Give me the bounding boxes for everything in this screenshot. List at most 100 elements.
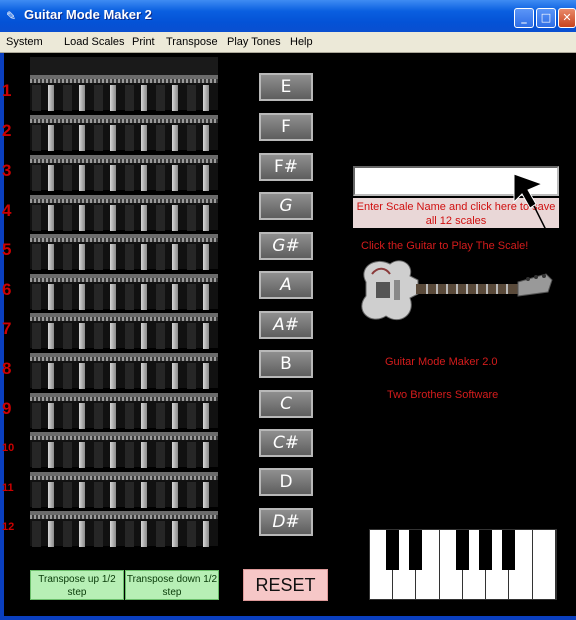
guitar-string[interactable]	[109, 521, 116, 547]
guitar-string[interactable]	[78, 403, 85, 429]
fret-cell[interactable]	[32, 244, 41, 270]
guitar-string[interactable]	[202, 442, 209, 468]
note-button-a[interactable]: A	[259, 271, 313, 299]
piano-black-key[interactable]	[479, 530, 492, 570]
fret-cell[interactable]	[187, 244, 196, 270]
guitar-string[interactable]	[171, 85, 178, 111]
fret-cell[interactable]	[156, 363, 165, 389]
fret-cell[interactable]	[187, 85, 196, 111]
fret-cell[interactable]	[94, 363, 103, 389]
fret-cell[interactable]	[32, 125, 41, 151]
note-button-c-sharp[interactable]: C#	[259, 429, 313, 457]
fret-cell[interactable]	[125, 442, 134, 468]
transpose-up-button[interactable]: Transpose up 1/2 step	[30, 570, 124, 600]
fret-row[interactable]	[30, 115, 218, 151]
note-button-g[interactable]: G	[259, 192, 313, 220]
fret-cell[interactable]	[156, 205, 165, 231]
fret-cell[interactable]	[63, 442, 72, 468]
fret-cell[interactable]	[63, 521, 72, 547]
guitar-string[interactable]	[202, 284, 209, 310]
fret-cell[interactable]	[63, 85, 72, 111]
fret-cell[interactable]	[156, 442, 165, 468]
fret-cell[interactable]	[125, 244, 134, 270]
fret-cell[interactable]	[32, 482, 41, 508]
fret-cell[interactable]	[32, 284, 41, 310]
guitar-string[interactable]	[47, 323, 54, 349]
piano-black-key[interactable]	[409, 530, 422, 570]
note-button-e[interactable]: E	[259, 73, 313, 101]
fret-cell[interactable]	[156, 284, 165, 310]
fret-cell[interactable]	[32, 205, 41, 231]
guitar-string[interactable]	[171, 323, 178, 349]
guitar-string[interactable]	[140, 165, 147, 191]
fret-cell[interactable]	[94, 323, 103, 349]
guitar-string[interactable]	[202, 165, 209, 191]
fret-cell[interactable]	[156, 85, 165, 111]
fret-cell[interactable]	[94, 482, 103, 508]
reset-button[interactable]: RESET	[243, 569, 328, 601]
piano-keyboard[interactable]	[369, 529, 557, 600]
fret-cell[interactable]	[63, 165, 72, 191]
fret-cell[interactable]	[125, 323, 134, 349]
guitar-string[interactable]	[78, 205, 85, 231]
guitar-string[interactable]	[202, 85, 209, 111]
fret-row[interactable]	[30, 155, 218, 191]
fret-cell[interactable]	[63, 363, 72, 389]
guitar-string[interactable]	[78, 85, 85, 111]
fret-cell[interactable]	[63, 482, 72, 508]
fret-cell[interactable]	[94, 85, 103, 111]
fret-cell[interactable]	[32, 363, 41, 389]
fret-cell[interactable]	[156, 244, 165, 270]
fret-cell[interactable]	[63, 403, 72, 429]
fret-cell[interactable]	[125, 205, 134, 231]
fret-cell[interactable]	[94, 125, 103, 151]
fret-cell[interactable]	[187, 165, 196, 191]
fret-cell[interactable]	[187, 482, 196, 508]
guitar-string[interactable]	[140, 244, 147, 270]
guitar-string[interactable]	[78, 323, 85, 349]
guitar-string[interactable]	[109, 85, 116, 111]
guitar-string[interactable]	[171, 284, 178, 310]
fret-cell[interactable]	[156, 323, 165, 349]
guitar-string[interactable]	[47, 284, 54, 310]
fret-cell[interactable]	[187, 323, 196, 349]
guitar-string[interactable]	[47, 85, 54, 111]
fret-row[interactable]	[30, 393, 218, 429]
guitar-string[interactable]	[140, 482, 147, 508]
menu-play-tones[interactable]: Play Tones	[227, 36, 281, 48]
guitar-string[interactable]	[202, 244, 209, 270]
menu-load-scales[interactable]: Load Scales	[64, 36, 125, 48]
fret-cell[interactable]	[125, 125, 134, 151]
fret-row[interactable]	[30, 472, 218, 508]
guitar-string[interactable]	[47, 363, 54, 389]
fret-cell[interactable]	[125, 165, 134, 191]
close-icon[interactable]: ✕	[558, 8, 576, 28]
fret-row[interactable]	[30, 353, 218, 389]
fret-cell[interactable]	[94, 442, 103, 468]
fret-cell[interactable]	[63, 125, 72, 151]
guitar-string[interactable]	[78, 244, 85, 270]
guitar-string[interactable]	[78, 363, 85, 389]
fret-cell[interactable]	[187, 521, 196, 547]
fret-cell[interactable]	[94, 521, 103, 547]
fret-cell[interactable]	[125, 85, 134, 111]
guitar-string[interactable]	[171, 482, 178, 508]
fret-cell[interactable]	[156, 165, 165, 191]
guitar-string[interactable]	[109, 442, 116, 468]
fret-row[interactable]	[30, 75, 218, 111]
guitar-string[interactable]	[171, 363, 178, 389]
menu-transpose[interactable]: Transpose	[166, 36, 218, 48]
guitar-string[interactable]	[109, 205, 116, 231]
fret-row[interactable]	[30, 274, 218, 310]
guitar-string[interactable]	[78, 521, 85, 547]
fret-cell[interactable]	[125, 521, 134, 547]
note-button-a-sharp[interactable]: A#	[259, 311, 313, 339]
guitar-string[interactable]	[140, 284, 147, 310]
fret-cell[interactable]	[156, 403, 165, 429]
fret-cell[interactable]	[156, 125, 165, 151]
guitar-string[interactable]	[109, 482, 116, 508]
fret-cell[interactable]	[94, 403, 103, 429]
piano-black-key[interactable]	[456, 530, 469, 570]
fret-cell[interactable]	[156, 482, 165, 508]
fret-row[interactable]	[30, 234, 218, 270]
